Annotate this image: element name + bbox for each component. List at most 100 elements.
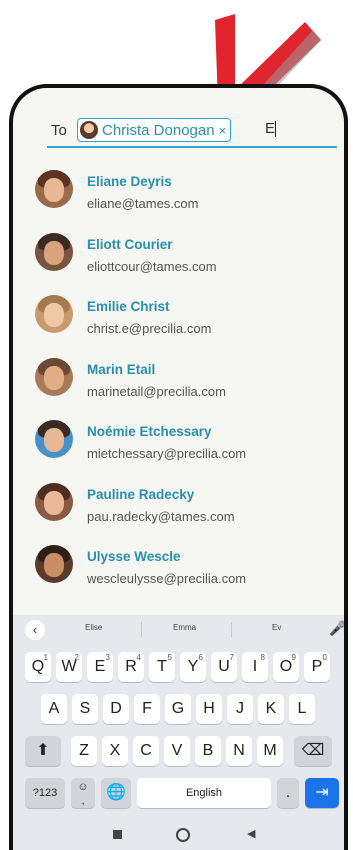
- key-digit: 0: [322, 653, 327, 662]
- key-y[interactable]: Y6: [180, 652, 206, 682]
- key-label: P: [311, 658, 323, 675]
- key-label: Y: [187, 658, 199, 675]
- key-digit: 5: [167, 653, 172, 662]
- to-label: To: [51, 122, 67, 139]
- key-label: E: [94, 658, 106, 675]
- key-label: T: [157, 658, 167, 675]
- backspace-icon[interactable]: ⌫: [294, 736, 332, 766]
- key-b[interactable]: B: [195, 736, 221, 766]
- keyboard: ‹ Elise Emma Ev 🎤 Q1 W2 E3 R4 T5 Y6 U7 I…: [13, 615, 344, 850]
- key-v[interactable]: V: [164, 736, 190, 766]
- avatar: [35, 420, 73, 458]
- list-item[interactable]: Eliott Courier eliottcour@tames.com: [31, 227, 331, 290]
- key-digit: 1: [43, 653, 48, 662]
- key-row-2: A S D F G H J K L: [13, 694, 344, 724]
- key-u[interactable]: U7: [211, 652, 237, 682]
- recipient-chip[interactable]: Christa Donogan ×: [77, 118, 232, 142]
- suggestion-item[interactable]: Emma: [173, 623, 196, 632]
- key-o[interactable]: O9: [273, 652, 299, 682]
- list-item[interactable]: Noémie Etchessary mietchessary@precilia.…: [31, 414, 331, 477]
- contact-name: Eliane Deyris: [87, 174, 172, 189]
- key-k[interactable]: K: [258, 694, 284, 724]
- phone-frame: To Christa Donogan × E Eliane Deyris eli…: [9, 84, 348, 850]
- key-i[interactable]: I8: [242, 652, 268, 682]
- contact-email: eliane@tames.com: [87, 196, 199, 211]
- contact-email: wescleulysse@precilia.com: [87, 571, 247, 586]
- key-digit: 2: [74, 653, 79, 662]
- key-m[interactable]: M: [257, 736, 283, 766]
- key-r[interactable]: R4: [118, 652, 144, 682]
- key-digit: 9: [291, 653, 296, 662]
- key-p[interactable]: P0: [304, 652, 330, 682]
- key-digit: 8: [260, 653, 265, 662]
- contact-name: Marin Etail: [87, 361, 156, 377]
- nav-back-icon[interactable]: ◀: [247, 827, 255, 840]
- key-row-1: Q1 W2 E3 R4 T5 Y6 U7 I8 O9 P0: [13, 652, 344, 682]
- contact-name: Emilie Christ: [87, 299, 170, 314]
- contact-name: Ulysse Wescle: [87, 549, 181, 564]
- nav-recent-icon[interactable]: [113, 830, 122, 839]
- key-label: Q: [31, 658, 45, 675]
- list-item[interactable]: Marin Etail marinetail@precilia.com: [31, 352, 331, 415]
- mic-icon[interactable]: 🎤: [329, 620, 344, 637]
- symbols-key[interactable]: ?123: [25, 778, 65, 808]
- key-f[interactable]: F: [134, 694, 160, 724]
- text-cursor: [275, 121, 277, 138]
- back-chevron-icon[interactable]: ‹: [25, 620, 45, 640]
- enter-icon[interactable]: ⇥: [305, 778, 339, 808]
- contact-email: mietchessary@precilia.com: [87, 446, 247, 461]
- key-h[interactable]: H: [196, 694, 222, 724]
- key-digit: 6: [198, 653, 203, 662]
- key-e[interactable]: E3: [87, 652, 113, 682]
- key-l[interactable]: L: [289, 694, 315, 724]
- contact-name: Noémie Etchessary: [87, 424, 212, 439]
- key-x[interactable]: X: [102, 736, 128, 766]
- key-digit: 7: [229, 653, 234, 662]
- key-row-4: ?123 ☺, 🌐 English . ⇥: [13, 778, 344, 808]
- contact-email: marinetail@precilia.com: [87, 383, 226, 399]
- chip-close-icon[interactable]: ×: [219, 123, 227, 138]
- recipient-input[interactable]: E: [265, 120, 277, 138]
- emoji-comma-key[interactable]: ☺,: [71, 778, 95, 808]
- key-q[interactable]: Q1: [25, 652, 51, 682]
- key-d[interactable]: D: [103, 694, 129, 724]
- avatar: [35, 295, 73, 333]
- suggestion-bar: ‹ Elise Emma Ev 🎤: [13, 615, 344, 645]
- shift-icon[interactable]: ⬆: [25, 736, 61, 766]
- period-key[interactable]: .: [277, 778, 299, 808]
- suggestion-divider: [231, 622, 232, 637]
- list-item[interactable]: Pauline Radecky pau.radecky@tames.com: [31, 477, 331, 540]
- key-z[interactable]: Z: [71, 736, 97, 766]
- key-label: I: [252, 658, 258, 675]
- key-a[interactable]: A: [41, 694, 67, 724]
- key-label: O: [279, 658, 293, 675]
- recipient-chip-name: Christa Donogan: [102, 121, 215, 139]
- contact-name: Eliott Courier: [87, 236, 173, 252]
- key-n[interactable]: N: [226, 736, 252, 766]
- contact-name: Pauline Radecky: [87, 486, 195, 502]
- avatar: [35, 357, 73, 396]
- contact-suggestions: Eliane Deyris eliane@tames.com Eliott Co…: [31, 164, 331, 602]
- contact-email: christ.e@precilia.com: [87, 321, 212, 336]
- list-item[interactable]: Ulysse Wescle wescleulysse@precilia.com: [31, 539, 331, 602]
- to-field[interactable]: To Christa Donogan × E: [47, 118, 337, 148]
- key-t[interactable]: T5: [149, 652, 175, 682]
- key-j[interactable]: J: [227, 694, 253, 724]
- key-label: U: [218, 658, 230, 675]
- suggestion-item[interactable]: Elise: [85, 623, 102, 632]
- key-w[interactable]: W2: [56, 652, 82, 682]
- list-item[interactable]: Eliane Deyris eliane@tames.com: [31, 164, 331, 227]
- key-digit: 3: [105, 653, 110, 662]
- nav-home-icon[interactable]: [176, 828, 190, 842]
- contact-email: pau.radecky@tames.com: [87, 508, 235, 524]
- avatar: [35, 170, 73, 208]
- avatar: [35, 232, 73, 271]
- list-item[interactable]: Emilie Christ christ.e@precilia.com: [31, 289, 331, 352]
- suggestion-item[interactable]: Ev: [272, 623, 281, 632]
- system-nav-bar: ◀: [13, 822, 344, 850]
- globe-icon[interactable]: 🌐: [101, 778, 131, 808]
- key-c[interactable]: C: [133, 736, 159, 766]
- space-bar[interactable]: English: [137, 778, 271, 808]
- key-g[interactable]: G: [165, 694, 191, 724]
- key-s[interactable]: S: [72, 694, 98, 724]
